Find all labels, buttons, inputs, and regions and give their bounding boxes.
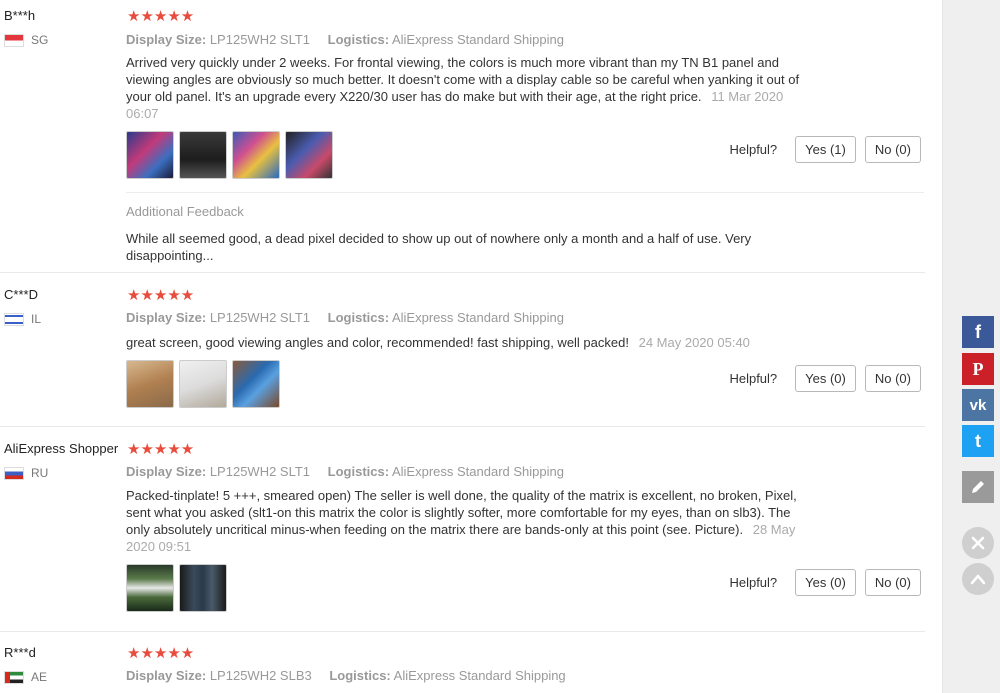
- review-body: Arrived very quickly under 2 weeks. For …: [126, 55, 800, 104]
- review-photos: [126, 564, 227, 612]
- review-photo[interactable]: [126, 131, 174, 179]
- helpful-votes: Helpful? Yes (0) No (0): [729, 569, 921, 596]
- chevron-up-glyph: [970, 574, 986, 585]
- attr-label: Display Size:: [126, 668, 207, 683]
- review-photo[interactable]: [232, 360, 280, 408]
- helpful-label: Helpful?: [729, 575, 778, 590]
- review-photo[interactable]: [179, 131, 227, 179]
- helpful-no-button[interactable]: No (0): [864, 569, 921, 596]
- pencil-icon[interactable]: [962, 471, 994, 503]
- review-body: Packed-tinplate! 5 +++, smeared open) Th…: [126, 488, 797, 537]
- helpful-label: Helpful?: [729, 142, 778, 157]
- reviewer-name: B***h: [4, 8, 36, 23]
- star-rating: ★★★★★: [127, 8, 195, 25]
- reviewer-name: C***D: [4, 287, 38, 302]
- country-code: AE: [31, 670, 48, 684]
- review-photo[interactable]: [179, 564, 227, 612]
- review-item: C***D IL ★★★★★ Display Size: LP125WH2 SL…: [0, 273, 925, 427]
- pinterest-glyph: P: [972, 358, 984, 379]
- review-photo[interactable]: [126, 564, 174, 612]
- divider: [126, 192, 924, 193]
- helpful-yes-button[interactable]: Yes (0): [795, 569, 856, 596]
- facebook-glyph: f: [975, 321, 981, 342]
- attr-value: LP125WH2 SLT1: [209, 310, 311, 325]
- review-item: R***d AE ★★★★★ Display Size: LP125WH2 SL…: [0, 632, 925, 693]
- review-photo[interactable]: [179, 360, 227, 408]
- flag-il-icon: [4, 312, 24, 326]
- review-text: Packed-tinplate! 5 +++, smeared open) Th…: [126, 487, 816, 555]
- attr-value: AliExpress Standard Shipping: [391, 310, 564, 325]
- attr-label: Logistics:: [329, 668, 391, 683]
- review-body: great screen, good viewing angles and co…: [126, 335, 629, 350]
- attr-value: LP125WH2 SLT1: [209, 464, 311, 479]
- attr-value: AliExpress Standard Shipping: [391, 32, 564, 47]
- review-attributes: Display Size: LP125WH2 SLT1 Logistics: A…: [126, 32, 564, 47]
- helpful-yes-button[interactable]: Yes (1): [795, 136, 856, 163]
- twitter-glyph: t: [975, 430, 981, 451]
- country-code: IL: [31, 312, 42, 326]
- flag-ae-icon: [4, 670, 24, 684]
- review-text: great screen, good viewing angles and co…: [126, 334, 816, 351]
- review-item: B***h SG ★★★★★ Display Size: LP125WH2 SL…: [0, 0, 925, 273]
- attr-label: Display Size:: [126, 310, 207, 325]
- attr-value: LP125WH2 SLT1: [209, 32, 311, 47]
- twitter-share-icon[interactable]: t: [962, 425, 994, 457]
- chevron-up-icon[interactable]: [962, 563, 994, 595]
- attr-label: Display Size:: [126, 32, 207, 47]
- helpful-votes: Helpful? Yes (1) No (0): [729, 136, 921, 163]
- helpful-votes: Helpful? Yes (0) No (0): [729, 365, 921, 392]
- star-rating: ★★★★★: [127, 441, 195, 458]
- additional-feedback-title: Additional Feedback: [126, 204, 244, 219]
- pinterest-share-icon[interactable]: P: [962, 353, 994, 385]
- review-photo[interactable]: [126, 360, 174, 408]
- attr-value: AliExpress Standard Shipping: [393, 668, 566, 683]
- close-icon[interactable]: [962, 527, 994, 559]
- review-item: AliExpress Shopper RU ★★★★★ Display Size…: [0, 427, 925, 632]
- reviewer-country: SG: [4, 33, 48, 47]
- reviewer-country: RU: [4, 466, 48, 480]
- review-attributes: Display Size: LP125WH2 SLB3 Logistics: A…: [126, 668, 566, 683]
- reviews-panel: B***h SG ★★★★★ Display Size: LP125WH2 SL…: [0, 0, 942, 693]
- additional-feedback-text: While all seemed good, a dead pixel deci…: [126, 231, 752, 263]
- attr-label: Logistics:: [327, 464, 390, 479]
- attr-label: Display Size:: [126, 464, 207, 479]
- reviewer-country: AE: [4, 670, 47, 684]
- review-photos: [126, 360, 280, 408]
- facebook-share-icon[interactable]: f: [962, 316, 994, 348]
- flag-ru-icon: [4, 466, 24, 480]
- vk-share-icon[interactable]: vk: [962, 389, 994, 421]
- helpful-no-button[interactable]: No (0): [864, 136, 921, 163]
- review-photo[interactable]: [232, 131, 280, 179]
- vk-glyph: vk: [969, 396, 987, 414]
- review-photos: [126, 131, 333, 179]
- review-attributes: Display Size: LP125WH2 SLT1 Logistics: A…: [126, 464, 564, 479]
- star-rating: ★★★★★: [127, 287, 195, 304]
- pencil-glyph: [972, 481, 984, 493]
- attr-value: AliExpress Standard Shipping: [391, 464, 564, 479]
- attr-label: Logistics:: [327, 32, 390, 47]
- review-attributes: Display Size: LP125WH2 SLT1 Logistics: A…: [126, 310, 564, 325]
- flag-sg-icon: [4, 33, 24, 47]
- review-date: 24 May 2020 05:40: [638, 335, 750, 350]
- star-rating: ★★★★★: [127, 645, 195, 662]
- helpful-yes-button[interactable]: Yes (0): [795, 365, 856, 392]
- attr-label: Logistics:: [327, 310, 390, 325]
- attr-value: LP125WH2 SLB3: [209, 668, 312, 683]
- close-glyph: [971, 536, 985, 550]
- helpful-no-button[interactable]: No (0): [864, 365, 921, 392]
- reviewer-name: R***d: [4, 645, 36, 660]
- helpful-label: Helpful?: [729, 371, 778, 386]
- reviewer-name: AliExpress Shopper: [4, 441, 119, 456]
- country-code: RU: [31, 466, 49, 480]
- country-code: SG: [31, 33, 49, 47]
- reviewer-country: IL: [4, 312, 41, 326]
- review-photo[interactable]: [285, 131, 333, 179]
- review-text: Arrived very quickly under 2 weeks. For …: [126, 54, 816, 122]
